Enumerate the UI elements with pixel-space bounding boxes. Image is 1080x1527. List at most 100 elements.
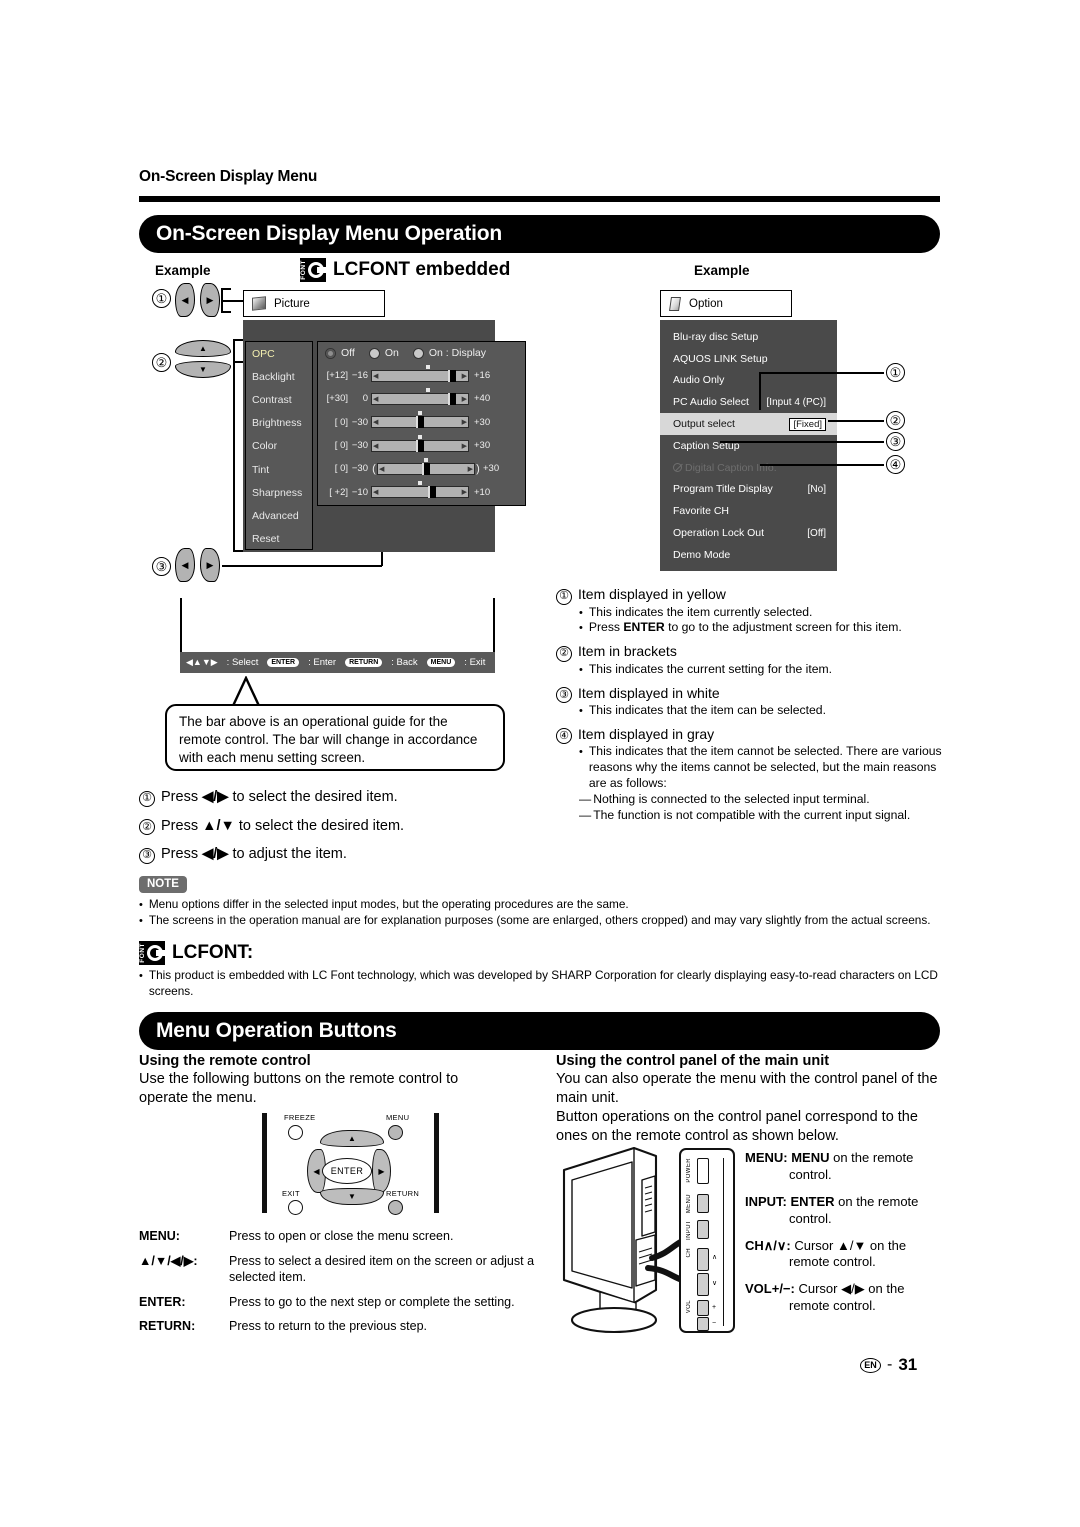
option-item-aquos-link-setup[interactable]: AQUOS LINK Setup	[660, 348, 837, 370]
panel-ch-down-button-icon[interactable]	[697, 1273, 709, 1296]
menu-item-backlight[interactable]: Backlight	[246, 365, 312, 388]
menu-item-sharpness[interactable]: Sharpness	[246, 481, 312, 504]
opc-option-off[interactable]: Off	[341, 347, 355, 359]
slider-track-sharpness[interactable]: ◀ ▶	[371, 481, 469, 499]
legend-bullet-text: This indicates the current setting for t…	[588, 661, 833, 676]
option-item-pc-audio-select[interactable]: PC Audio Select [Input 4 (PC)]	[660, 391, 837, 413]
panel-vol-minus-button-icon[interactable]	[697, 1317, 709, 1331]
vol-plus-sign: +	[712, 1304, 717, 1311]
picture-menu-values: Off On On : Display [+12] −16 ◀ ▶ +16 [+…	[317, 341, 526, 506]
menu-item-color[interactable]: Color	[246, 435, 312, 458]
key-row-menu: MENU: Press to open or close the menu sc…	[139, 1228, 539, 1245]
menu-item-opc[interactable]: OPC	[246, 342, 312, 365]
panel-menu-button-icon[interactable]	[697, 1194, 709, 1213]
section-band-osd: On-Screen Display Menu Operation	[139, 215, 940, 253]
option-item-caption-setup[interactable]: Caption Setup	[660, 435, 837, 457]
slider-track-tint[interactable]: ◀ ▶	[377, 457, 475, 475]
slider-left-arrow-icon[interactable]: ◀	[373, 488, 378, 496]
slider-knob[interactable]	[422, 462, 430, 475]
slider-knob[interactable]	[416, 416, 424, 429]
option-item-demo-mode[interactable]: Demo Mode	[660, 544, 837, 566]
slider-right-arrow-icon[interactable]: ▶	[468, 465, 473, 473]
legend-title-1: Item displayed in yellow	[578, 586, 726, 602]
slider-knob[interactable]	[428, 486, 436, 499]
connector-1c	[221, 288, 231, 290]
option-callout-4: ④	[886, 455, 905, 474]
connector-2d	[233, 339, 235, 552]
press-number-3: ③	[139, 847, 155, 864]
bullet-icon: •	[139, 970, 143, 982]
option-item-operation-lock-out[interactable]: Operation Lock Out [Off]	[660, 522, 837, 544]
radio-ondisplay-icon[interactable]	[412, 347, 424, 359]
radio-on-icon[interactable]	[368, 347, 380, 359]
option-label: Program Title Display	[673, 483, 773, 496]
picture-menu-tab[interactable]: Picture	[243, 290, 385, 317]
mapping-rest-ch: Cursor ▲/▼ on the	[790, 1237, 907, 1253]
freeze-button-icon[interactable]	[288, 1125, 303, 1140]
legend-dash-2: — The function is not compatible with the…	[579, 808, 946, 824]
slider-track-brightness[interactable]: ◀ ▶	[371, 411, 469, 429]
exit-button-icon[interactable]	[288, 1200, 303, 1215]
slider-left-arrow-icon[interactable]: ◀	[373, 372, 378, 380]
opt-leader-1	[760, 372, 884, 374]
radio-off-icon[interactable]	[325, 347, 336, 359]
enter-button-icon[interactable]: ENTER	[322, 1158, 372, 1184]
option-item-favorite-ch[interactable]: Favorite CH	[660, 500, 837, 522]
callout-1-group: ①	[152, 288, 171, 308]
opc-option-on-display[interactable]: On : Display	[429, 347, 486, 359]
power-button-icon[interactable]	[697, 1158, 709, 1184]
slider-left-arrow-icon[interactable]: ◀	[373, 442, 378, 450]
return-button-icon[interactable]	[388, 1200, 403, 1215]
panel-vol-plus-button-icon[interactable]	[697, 1300, 709, 1316]
picture-menu-item-list: OPC Backlight Contrast Brightness Color …	[245, 341, 313, 550]
menu-item-tint[interactable]: Tint	[246, 458, 312, 481]
slider-right-arrow-icon[interactable]: ▶	[462, 488, 467, 496]
dpad-down-icon[interactable]: ▼	[320, 1188, 384, 1205]
remote-label-menu: MENU	[386, 1113, 410, 1122]
slider-right-arrow-icon[interactable]: ▶	[462, 418, 467, 426]
slider-track-color[interactable]: ◀ ▶	[371, 434, 469, 452]
slider-knob[interactable]	[416, 439, 424, 452]
menu-item-reset[interactable]: Reset	[246, 528, 312, 551]
bullet-icon: •	[139, 914, 143, 927]
bullet-icon: •	[579, 663, 583, 676]
legend-number-3: ③	[556, 687, 572, 704]
slider-tick	[426, 364, 430, 369]
slider-left-arrow-icon[interactable]: ◀	[373, 418, 378, 426]
slider-left-arrow-icon[interactable]: ◀	[373, 395, 378, 403]
slider-row-backlight: [+12] −16 ◀ ▶ +16	[318, 364, 525, 387]
dpad-right-icon[interactable]: ▶	[372, 1149, 391, 1193]
menu-item-advanced[interactable]: Advanced	[246, 504, 312, 527]
slider-left-arrow-icon[interactable]: ◀	[379, 465, 384, 473]
slider-track-backlight[interactable]: ◀ ▶	[371, 364, 469, 382]
remote-edge-left	[262, 1113, 267, 1213]
callout-number-1: ①	[152, 289, 171, 308]
slider-right-arrow-icon[interactable]: ▶	[462, 372, 467, 380]
option-item-program-title-display[interactable]: Program Title Display [No]	[660, 479, 837, 501]
option-item-output-select[interactable]: Output select [Fixed]	[660, 413, 837, 435]
callout-3-group: ③	[152, 556, 171, 576]
legend-bullet-text: This indicates the item currently select…	[588, 604, 813, 619]
opt-leader-4	[760, 464, 884, 466]
panel-ch-up-button-icon[interactable]	[697, 1248, 709, 1271]
menu-item-brightness[interactable]: Brightness	[246, 412, 312, 435]
slider-right-arrow-icon[interactable]: ▶	[462, 442, 467, 450]
option-item-bluray-setup[interactable]: Blu-ray disc Setup	[660, 326, 837, 348]
legend-explanation: ① Item displayed in yellow • This indicate…	[556, 585, 946, 830]
opt-leader-2	[828, 420, 884, 422]
key-row-return: RETURN: Press to return to the previous …	[139, 1318, 539, 1335]
dash-icon: —	[579, 807, 592, 822]
option-menu-tab[interactable]: Option	[660, 290, 792, 317]
opc-option-on[interactable]: On	[385, 347, 399, 359]
dpad-up-icon[interactable]: ▲	[320, 1130, 384, 1147]
key-name-return: RETURN:	[139, 1319, 196, 1333]
manual-page: On-Screen Display Menu On-Screen Display…	[0, 0, 1080, 1527]
slider-track-contrast[interactable]: ◀ ▶	[371, 387, 469, 405]
slider-knob[interactable]	[448, 392, 456, 405]
panel-input-button-icon[interactable]	[697, 1220, 709, 1239]
menu-item-contrast[interactable]: Contrast	[246, 388, 312, 411]
connector-1a	[222, 300, 243, 302]
menu-button-icon[interactable]	[388, 1125, 403, 1140]
slider-right-arrow-icon[interactable]: ▶	[462, 395, 467, 403]
slider-knob[interactable]	[448, 369, 456, 382]
